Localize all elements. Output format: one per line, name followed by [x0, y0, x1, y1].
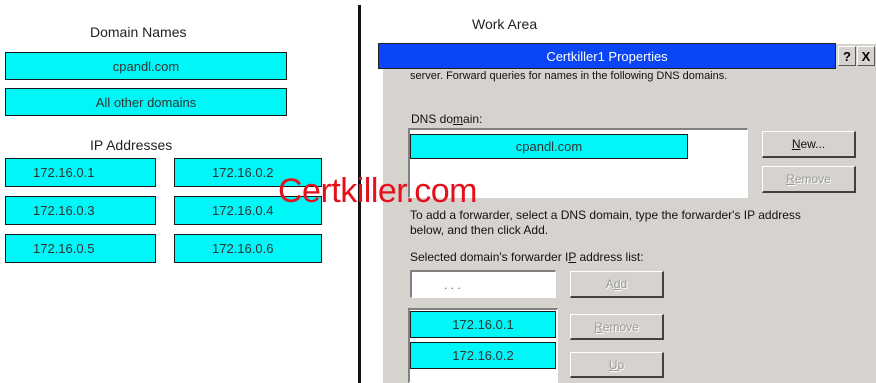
ip-item-6[interactable]: 172.16.0.6	[174, 234, 322, 263]
forwarder-ip-input[interactable]: . . .	[410, 270, 556, 298]
remove-ip-button[interactable]: Remove	[570, 314, 664, 340]
remove-domain-button[interactable]: Remove	[762, 166, 856, 193]
watermark-text: Certkiller.com	[278, 172, 477, 210]
forwarder-list-label: Selected domain's forwarder IP address l…	[410, 250, 644, 264]
ip-input-dots: . . .	[444, 278, 461, 292]
dns-domain-label: DNS domain:	[411, 112, 483, 126]
forwarder-ip-item-2[interactable]: 172.16.0.2	[410, 342, 556, 369]
new-button[interactable]: New...	[762, 131, 856, 158]
help-button[interactable]: ?	[838, 46, 856, 66]
ip-item-1[interactable]: 172.16.0.1	[5, 158, 156, 187]
instructions-line2: below, and then click Add.	[410, 223, 549, 237]
domain-all-other-item[interactable]: All other domains	[5, 88, 287, 116]
ip-addresses-header: IP Addresses	[90, 137, 173, 153]
dns-domain-item-cpandl[interactable]: cpandl.com	[410, 134, 688, 159]
domain-names-header: Domain Names	[90, 24, 187, 40]
forward-queries-text: server. Forward queries for names in the…	[410, 70, 728, 82]
up-button[interactable]: Up	[570, 352, 664, 378]
add-button[interactable]: Add	[570, 271, 664, 298]
dialog-titlebar[interactable]: Certkiller1 Properties	[378, 43, 836, 69]
ip-item-3[interactable]: 172.16.0.3	[5, 196, 156, 225]
work-area-header: Work Area	[472, 16, 538, 32]
ip-item-5[interactable]: 172.16.0.5	[5, 234, 156, 263]
forwarder-ip-item-1[interactable]: 172.16.0.1	[410, 311, 556, 338]
dialog-title: Certkiller1 Properties	[546, 48, 668, 64]
domain-cpandl-item[interactable]: cpandl.com	[5, 52, 287, 80]
close-button[interactable]: X	[857, 46, 875, 66]
